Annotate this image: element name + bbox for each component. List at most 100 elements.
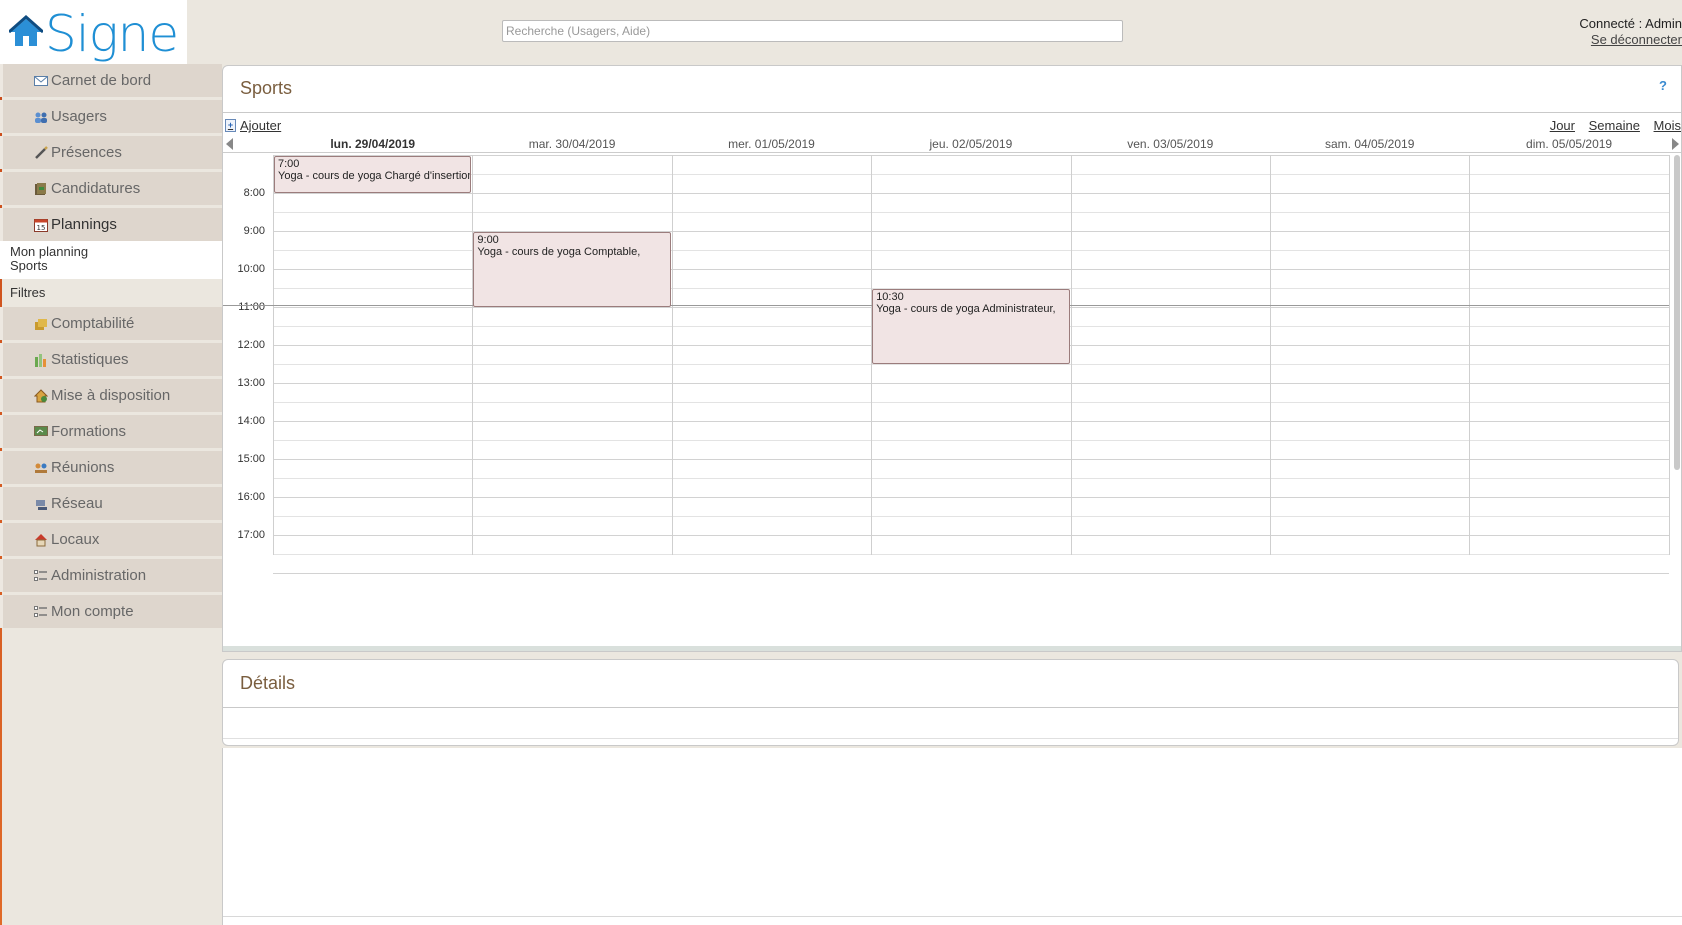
board-icon	[33, 424, 49, 440]
panel-bottom-bar	[223, 646, 1681, 651]
day-column-divider	[1469, 155, 1471, 555]
add-button[interactable]: + Ajouter	[225, 118, 281, 133]
sidebar-item-administration[interactable]: Administration	[0, 559, 222, 592]
sidebar-item-carnet[interactable]: Carnet de bord	[0, 64, 222, 97]
sidebar-item-reunions[interactable]: Réunions	[0, 451, 222, 484]
sidebar-item-formations[interactable]: Formations	[0, 415, 222, 448]
calendar-event[interactable]: 10:30 Yoga - cours de yoga Administrateur…	[872, 289, 1070, 364]
event-title: Yoga - cours de yoga Chargé d'insertion,	[278, 170, 472, 182]
sidebar-item-label: Réseau	[51, 495, 103, 512]
details-divider-bottom	[223, 738, 1678, 739]
coins-icon	[33, 316, 49, 332]
day-header[interactable]: mar. 30/04/2019	[472, 137, 671, 151]
day-header[interactable]: ven. 03/05/2019	[1071, 137, 1270, 151]
bottom-divider	[223, 916, 1682, 917]
house-icon	[33, 388, 49, 404]
grid-line	[273, 193, 1669, 194]
day-column-divider	[273, 155, 274, 555]
sidebar-item-label: Usagers	[51, 108, 107, 125]
hour-label: 14:00	[237, 415, 265, 427]
sidebar-item-comptabilite[interactable]: Comptabilité	[0, 307, 222, 340]
logo-text: Signe	[45, 5, 179, 63]
page-title: Sports	[240, 78, 293, 98]
week-calendar: lun. 29/04/2019 mar. 30/04/2019 mer. 01/05…	[223, 134, 1681, 626]
filters-label[interactable]: Filtres	[0, 279, 222, 307]
grid-line	[273, 535, 1669, 536]
add-label: Ajouter	[240, 118, 282, 133]
day-column-divider	[671, 155, 673, 555]
logo[interactable]: Signe	[0, 0, 187, 64]
sidebar-item-reseau[interactable]: Réseau	[0, 487, 222, 520]
sidebar-item-label: Plannings	[51, 216, 117, 233]
sidebar-item-plannings[interactable]: 15 Plannings	[0, 208, 222, 241]
connected-label: Connecté : Admin	[1579, 16, 1682, 31]
calendar-event[interactable]: 9:00 Yoga - cours de yoga Comptable,	[473, 232, 671, 307]
sidebar-item-candidatures[interactable]: Candidatures	[0, 172, 222, 205]
content-area	[222, 748, 1682, 925]
list-icon	[33, 568, 49, 584]
hour-label: 16:00	[237, 491, 265, 503]
sidebar-item-label: Réunions	[51, 459, 115, 476]
event-title: Yoga - cours de yoga Administrateur,	[876, 303, 1056, 315]
pen-icon	[33, 145, 49, 161]
sidebar-item-label: Présences	[51, 144, 122, 161]
meeting-icon	[33, 460, 49, 476]
next-week-icon[interactable]	[1672, 138, 1679, 150]
search-input[interactable]	[502, 20, 1123, 42]
sidebar-item-usagers[interactable]: Usagers	[0, 100, 222, 133]
sidebar-item-label: Mon compte	[51, 603, 134, 620]
calendar-toolbar: + Ajouter Jour Semaine Mois	[225, 112, 1681, 133]
sidebar-item-presences[interactable]: Présences	[0, 136, 222, 169]
event-title: Yoga - cours de yoga Comptable,	[477, 246, 641, 258]
view-week-link[interactable]: Semaine	[1589, 118, 1640, 133]
day-header[interactable]: mer. 01/05/2019	[672, 137, 871, 151]
grid-line	[273, 478, 1669, 479]
calendar-grid[interactable]: 8:00 9:00 10:00 11:00 12:00 13:00 14:00 15:00 16…	[223, 155, 1670, 574]
details-title: Détails	[240, 673, 296, 693]
calendar-panel: Sports ? + Ajouter Jour Semaine Mois lun…	[222, 65, 1682, 652]
help-icon[interactable]: ?	[1659, 78, 1667, 93]
view-day-link[interactable]: Jour	[1550, 118, 1575, 133]
sidebar-item-mon-compte[interactable]: Mon compte	[0, 595, 222, 628]
grid-line	[273, 497, 1669, 498]
submenu-mon-planning[interactable]: Mon planning	[10, 245, 212, 259]
house-logo-icon	[9, 15, 43, 46]
bar-chart-icon	[33, 352, 49, 368]
hour-label: 11:00	[238, 301, 265, 313]
sidebar-item-label: Mise à disposition	[51, 387, 171, 404]
hour-label: 9:00	[243, 225, 265, 237]
grid-line	[273, 459, 1669, 460]
sidebar-item-label: Statistiques	[51, 351, 129, 368]
day-header[interactable]: sam. 04/05/2019	[1270, 137, 1469, 151]
list-icon	[33, 604, 49, 620]
sidebar-item-locaux[interactable]: Locaux	[0, 523, 222, 556]
day-header[interactable]: dim. 05/05/2019	[1469, 137, 1668, 151]
grid-line	[273, 516, 1669, 517]
view-month-link[interactable]: Mois	[1654, 118, 1681, 133]
sidebar-item-label: Locaux	[51, 531, 100, 548]
calendar-scrollbar[interactable]	[1674, 155, 1680, 470]
hour-label: 8:00	[243, 187, 265, 199]
envelope-icon	[33, 73, 49, 89]
sidebar-item-label: Carnet de bord	[51, 72, 152, 89]
event-time: 10:30	[876, 291, 904, 303]
calendar-event[interactable]: 7:00 Yoga - cours de yoga Chargé d'insert…	[274, 156, 472, 193]
day-header[interactable]: lun. 29/04/2019	[273, 137, 472, 151]
calendar-header: lun. 29/04/2019 mar. 30/04/2019 mer. 01/05…	[223, 134, 1681, 153]
sidebar-item-label: Administration	[51, 567, 147, 584]
day-column-divider	[1270, 155, 1271, 555]
calendar-icon: 15	[33, 217, 49, 233]
sidebar-item-statistiques[interactable]: Statistiques	[0, 343, 222, 376]
hour-label: 17:00	[237, 529, 265, 541]
folder-icon	[33, 181, 49, 197]
sidebar-item-mise-a-disposition[interactable]: Mise à disposition	[0, 379, 222, 412]
grid-line	[273, 364, 1669, 365]
submenu-sports[interactable]: Sports	[10, 259, 212, 273]
grid-line	[273, 174, 1669, 175]
network-icon	[33, 496, 49, 512]
previous-week-icon[interactable]	[226, 138, 233, 150]
details-panel: Détails	[222, 659, 1679, 746]
day-column-divider	[1070, 155, 1072, 555]
day-header[interactable]: jeu. 02/05/2019	[871, 137, 1070, 151]
logout-link[interactable]: Se déconnecter	[1591, 32, 1682, 47]
